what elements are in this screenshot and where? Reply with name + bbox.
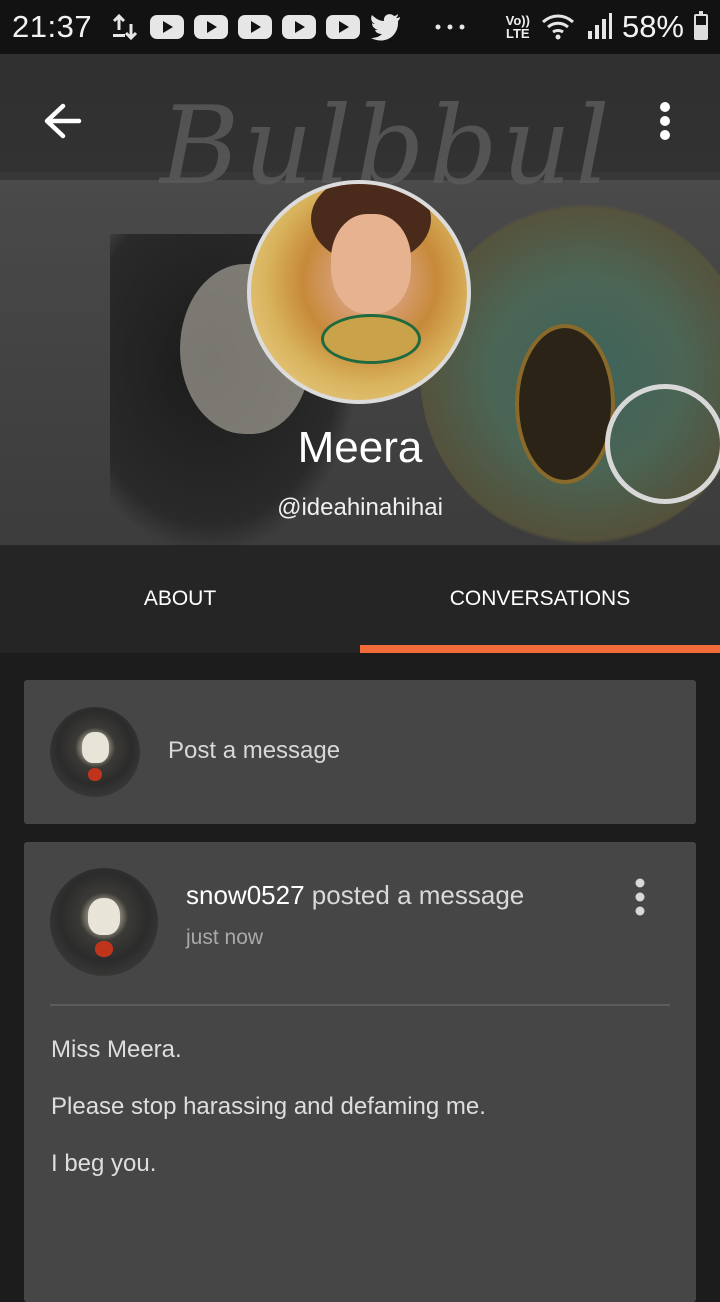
- avatar-face: [331, 214, 411, 314]
- post-author[interactable]: snow0527: [186, 880, 305, 910]
- post-action: posted a message: [311, 880, 525, 910]
- post-divider: [50, 1004, 670, 1006]
- back-button[interactable]: [36, 94, 90, 148]
- volte-indicator: Vo)) LTE: [506, 14, 530, 40]
- twitter-icon: [370, 13, 402, 41]
- tab-conversations[interactable]: CONVERSATIONS: [360, 545, 720, 653]
- post-header: snow0527 posted a message: [186, 880, 524, 911]
- status-time: 21:37: [12, 9, 93, 44]
- post-composer[interactable]: Post a message: [24, 680, 696, 824]
- more-vertical-icon: [660, 102, 670, 140]
- post-body-line: Miss Meera.: [51, 1036, 182, 1063]
- avatar-skull: [87, 898, 121, 935]
- author-avatar[interactable]: [50, 868, 158, 976]
- lte-label: LTE: [506, 26, 530, 41]
- post-body: Miss Meera. Please stop harassing and de…: [51, 1038, 486, 1209]
- profile-tabs: ABOUT CONVERSATIONS: [0, 545, 720, 653]
- profile-header: Bulbbul Meera @ideahinahihai: [0, 54, 720, 545]
- post-menu-button[interactable]: [620, 872, 660, 922]
- signal-icon: [586, 13, 612, 41]
- more-notifications-icon: [434, 23, 466, 31]
- battery-percent: 58%: [621, 9, 684, 44]
- more-vertical-icon: [635, 878, 645, 916]
- youtube-icon: [282, 15, 317, 39]
- arrow-left-icon: [44, 103, 82, 139]
- overflow-menu-button[interactable]: [640, 94, 690, 148]
- post-message-input[interactable]: Post a message: [168, 737, 340, 765]
- conversation-post: snow0527 posted a message just now Miss …: [24, 842, 696, 1302]
- youtube-icon: [194, 15, 229, 39]
- tab-about[interactable]: ABOUT: [0, 545, 360, 653]
- avatar-glow: [87, 768, 103, 781]
- youtube-icon: [326, 15, 361, 39]
- avatar-glow: [95, 941, 113, 957]
- post-timestamp: just now: [186, 926, 264, 949]
- current-user-avatar: [50, 707, 140, 797]
- post-body-line: I beg you.: [51, 1150, 157, 1177]
- download-upload-icon: [110, 12, 140, 42]
- youtube-icon: [150, 15, 185, 39]
- profile-avatar[interactable]: [247, 180, 471, 404]
- battery-level: [696, 25, 706, 38]
- wifi-icon: [540, 13, 576, 41]
- battery-icon: [694, 11, 708, 40]
- avatar-necklace: [321, 314, 421, 364]
- profile-name: Meera: [297, 423, 423, 472]
- status-bar: 21:37 Vo)) LTE 58%: [0, 0, 720, 54]
- youtube-icon: [238, 15, 273, 39]
- avatar-skull: [81, 732, 109, 763]
- post-body-line: Please stop harassing and defaming me.: [51, 1093, 486, 1120]
- profile-handle: @ideahinahihai: [277, 494, 443, 521]
